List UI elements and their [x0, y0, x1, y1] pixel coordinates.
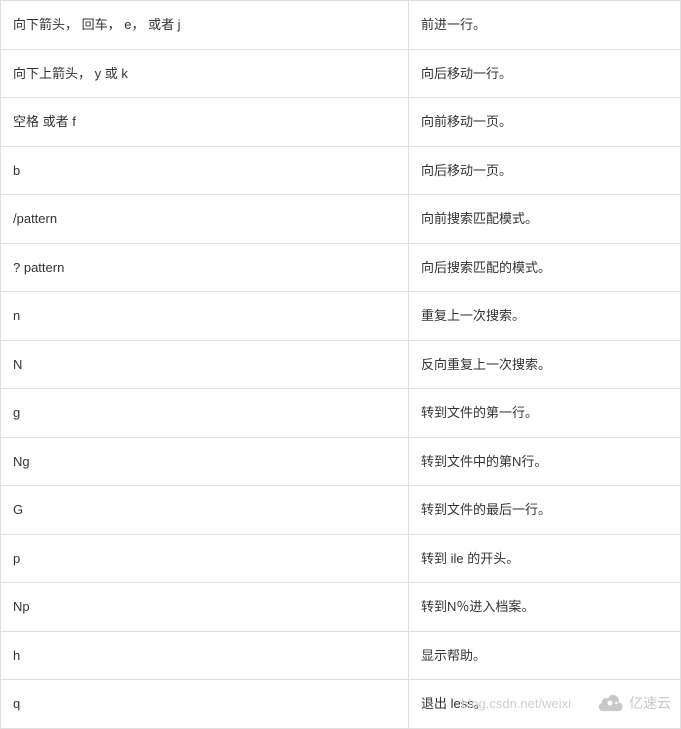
table-body: 向下箭头， 回车， e， 或者 j前进一行。向下上箭头， y 或 k向后移动一行…: [1, 1, 681, 729]
key-cell: n: [1, 292, 409, 341]
shortcuts-table: 向下箭头， 回车， e， 或者 j前进一行。向下上箭头， y 或 k向后移动一行…: [0, 0, 681, 729]
key-cell: /pattern: [1, 195, 409, 244]
desc-cell: 显示帮助。: [409, 631, 681, 680]
table-row: q退出 less。: [1, 680, 681, 729]
desc-cell: 向后搜索匹配的模式。: [409, 243, 681, 292]
desc-cell: 转到文件的最后一行。: [409, 486, 681, 535]
desc-cell: 向后移动一页。: [409, 146, 681, 195]
key-cell: 向下箭头， 回车， e， 或者 j: [1, 1, 409, 50]
desc-cell: 退出 less。: [409, 680, 681, 729]
key-cell: 向下上箭头， y 或 k: [1, 49, 409, 98]
key-cell: Ng: [1, 437, 409, 486]
desc-cell: 向后移动一行。: [409, 49, 681, 98]
key-cell: p: [1, 534, 409, 583]
desc-cell: 转到文件的第一行。: [409, 389, 681, 438]
key-cell: N: [1, 340, 409, 389]
desc-cell: 向前移动一页。: [409, 98, 681, 147]
table-row: N反向重复上一次搜索。: [1, 340, 681, 389]
table-row: G转到文件的最后一行。: [1, 486, 681, 535]
table-row: h显示帮助。: [1, 631, 681, 680]
key-cell: g: [1, 389, 409, 438]
key-cell: q: [1, 680, 409, 729]
table-row: 向下上箭头， y 或 k向后移动一行。: [1, 49, 681, 98]
table-row: /pattern向前搜索匹配模式。: [1, 195, 681, 244]
table-row: 向下箭头， 回车， e， 或者 j前进一行。: [1, 1, 681, 50]
key-cell: h: [1, 631, 409, 680]
desc-cell: 转到 ile 的开头。: [409, 534, 681, 583]
table-row: 空格 或者 f向前移动一页。: [1, 98, 681, 147]
table-row: ? pattern向后搜索匹配的模式。: [1, 243, 681, 292]
key-cell: G: [1, 486, 409, 535]
table-row: p转到 ile 的开头。: [1, 534, 681, 583]
key-cell: Np: [1, 583, 409, 632]
desc-cell: 转到文件中的第N行。: [409, 437, 681, 486]
table-row: n重复上一次搜索。: [1, 292, 681, 341]
key-cell: ? pattern: [1, 243, 409, 292]
desc-cell: 重复上一次搜索。: [409, 292, 681, 341]
table-row: Np转到N％进入档案。: [1, 583, 681, 632]
key-cell: 空格 或者 f: [1, 98, 409, 147]
desc-cell: 反向重复上一次搜索。: [409, 340, 681, 389]
table-row: b向后移动一页。: [1, 146, 681, 195]
desc-cell: 前进一行。: [409, 1, 681, 50]
table-row: Ng转到文件中的第N行。: [1, 437, 681, 486]
key-cell: b: [1, 146, 409, 195]
table-row: g转到文件的第一行。: [1, 389, 681, 438]
desc-cell: 转到N％进入档案。: [409, 583, 681, 632]
desc-cell: 向前搜索匹配模式。: [409, 195, 681, 244]
